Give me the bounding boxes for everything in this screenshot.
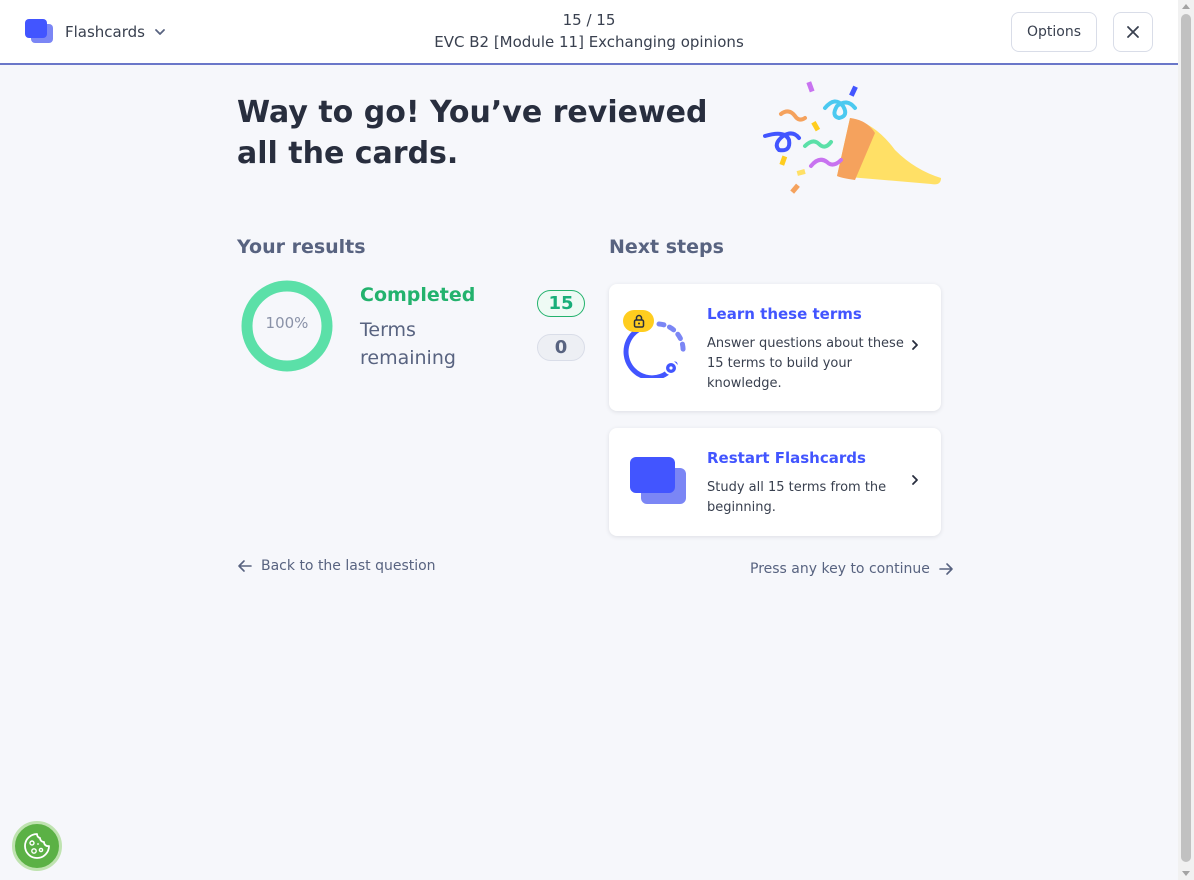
completed-count-badge: 15	[537, 290, 585, 317]
lock-icon	[633, 314, 644, 328]
lock-badge	[623, 310, 654, 332]
next-steps-heading: Next steps	[609, 236, 724, 258]
chevron-right-icon	[912, 340, 918, 350]
arrow-left-icon	[238, 560, 252, 572]
scrollbar[interactable]	[1178, 0, 1194, 880]
back-to-last-question-link[interactable]: Back to the last question	[237, 558, 436, 574]
close-button[interactable]	[1113, 12, 1153, 52]
scroll-up-arrow[interactable]	[1182, 4, 1190, 9]
confetti-popper-icon	[763, 81, 941, 194]
top-bar: Flashcards 15 / 15 EVC B2 [Module 11] Ex…	[0, 0, 1178, 65]
remaining-count-badge: 0	[537, 334, 585, 361]
progress-header: 15 / 15 EVC B2 [Module 11] Exchanging op…	[0, 10, 1178, 54]
learn-terms-title: Learn these terms	[707, 305, 862, 323]
results-heading: Your results	[237, 236, 366, 258]
remaining-label: Terms remaining	[360, 319, 456, 369]
scroll-down-arrow[interactable]	[1182, 871, 1190, 876]
continue-link-label: Press any key to continue	[750, 561, 930, 577]
chevron-right-icon	[912, 475, 918, 485]
restart-flashcards-description: Study all 15 terms from the beginning.	[707, 480, 887, 515]
continue-link[interactable]: Press any key to continue	[750, 561, 954, 577]
learn-terms-card[interactable]: Learn these terms Answer questions about…	[609, 284, 941, 411]
cookie-settings-button[interactable]	[12, 821, 62, 871]
restart-flashcards-title: Restart Flashcards	[707, 449, 866, 467]
flashcards-icon	[629, 456, 689, 508]
back-link-label: Back to the last question	[261, 558, 436, 574]
arrow-right-icon	[939, 563, 953, 575]
progress-count: 15 / 15	[562, 11, 616, 29]
scrollbar-thumb[interactable]	[1181, 14, 1191, 862]
restart-flashcards-card[interactable]: Restart Flashcards Study all 15 terms fr…	[609, 428, 941, 536]
completed-label: Completed	[360, 284, 476, 306]
completion-percent: 100%	[265, 314, 309, 332]
cookie-icon	[24, 833, 50, 859]
page-title: Way to go! You’ve reviewed all the cards…	[237, 95, 708, 171]
close-icon	[1127, 26, 1139, 38]
options-button[interactable]: Options	[1011, 12, 1097, 52]
set-title: EVC B2 [Module 11] Exchanging opinions	[434, 33, 744, 51]
learn-terms-description: Answer questions about these 15 terms to…	[707, 336, 904, 391]
